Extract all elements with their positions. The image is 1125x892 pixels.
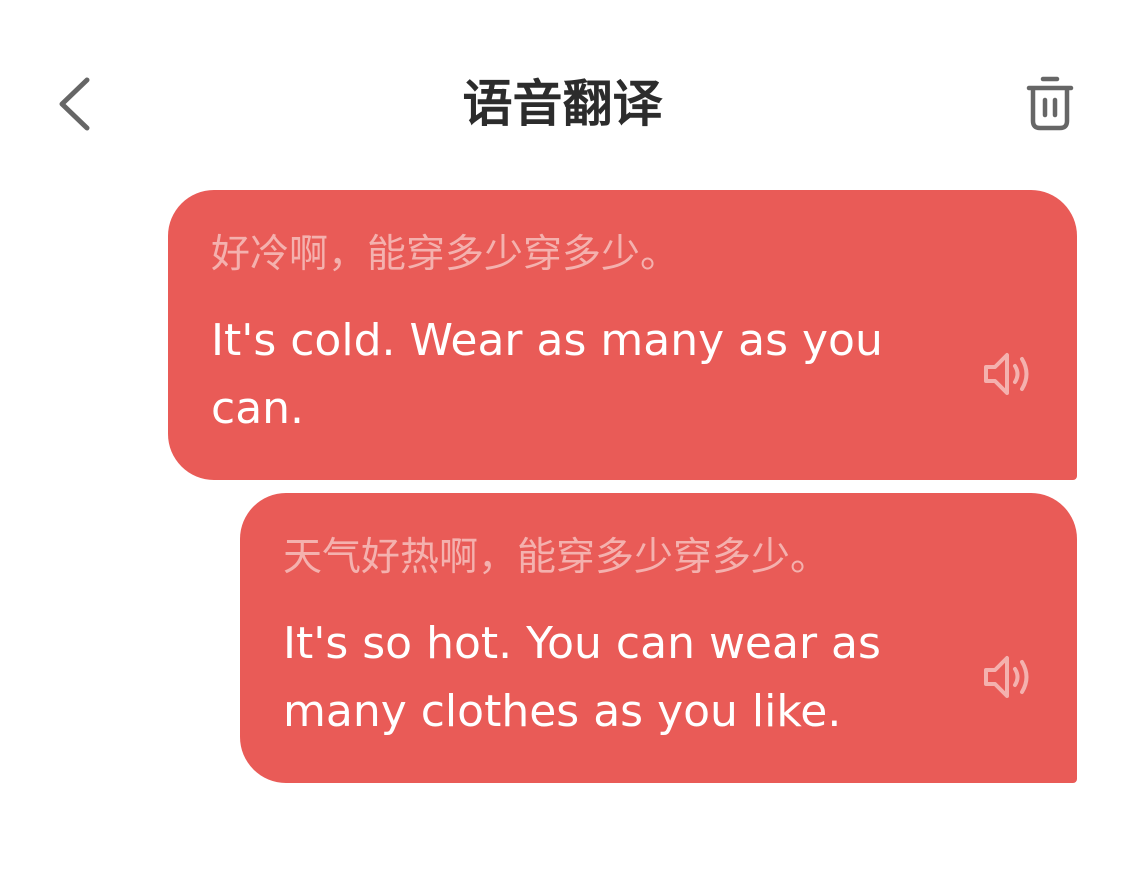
translated-text: It's so hot. You can wear as many clothe…: [283, 618, 881, 737]
play-audio-button[interactable]: [983, 350, 1037, 398]
translated-text: It's cold. Wear as many as you can.: [211, 315, 883, 434]
speaker-icon: [984, 656, 1029, 698]
translation-bubble[interactable]: 天气好热啊，能穿多少穿多少。 It's so hot. You can wear…: [240, 493, 1077, 783]
speaker-icon: [984, 353, 1029, 395]
source-text: 天气好热啊，能穿多少穿多少。: [283, 535, 830, 580]
header-bar: 语音翻译: [0, 0, 1125, 205]
translation-bubble[interactable]: 好冷啊，能穿多少穿多少。 It's cold. Wear as many as …: [168, 190, 1077, 480]
source-text: 好冷啊，能穿多少穿多少。: [211, 232, 680, 277]
delete-button[interactable]: [1024, 72, 1076, 132]
trash-icon: [1026, 76, 1074, 131]
play-audio-button[interactable]: [983, 653, 1037, 701]
page-title: 语音翻译: [462, 75, 663, 133]
